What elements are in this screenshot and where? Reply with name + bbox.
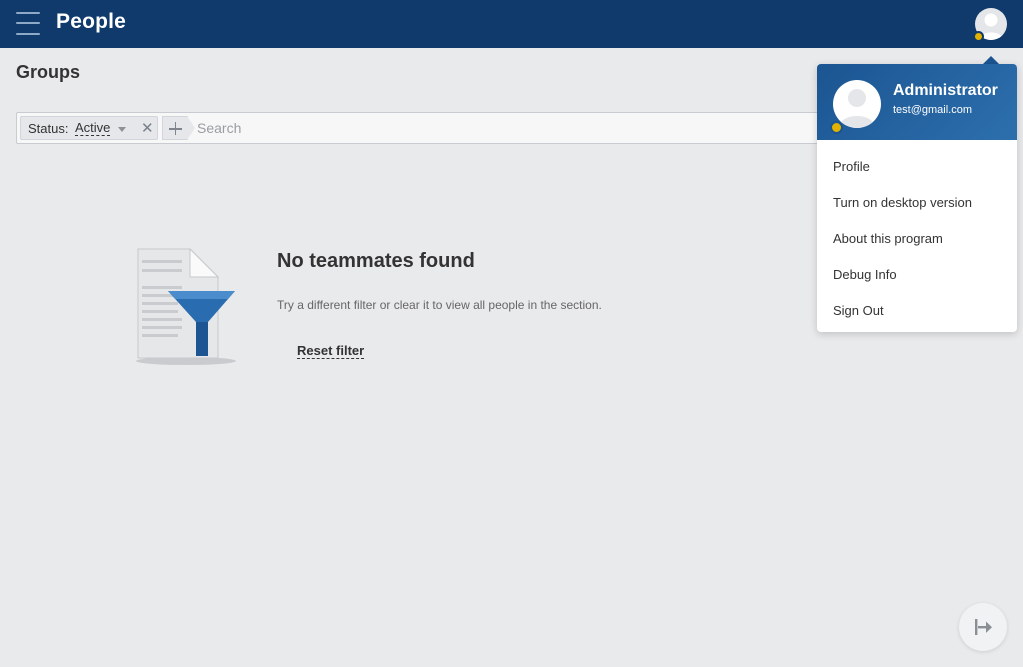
- add-filter-button[interactable]: [162, 116, 195, 140]
- chevron-down-icon[interactable]: [118, 127, 126, 132]
- empty-state-description: Try a different filter or clear it to vi…: [277, 298, 602, 312]
- filter-chip-status[interactable]: Status: Active ✕: [20, 116, 158, 140]
- collapse-button[interactable]: [959, 603, 1007, 651]
- reset-filter-link[interactable]: Reset filter: [297, 343, 365, 359]
- empty-state-title: No teammates found: [277, 250, 475, 272]
- filter-chip-label: Status:: [28, 121, 69, 136]
- avatar: [833, 80, 881, 128]
- menu-item-profile[interactable]: Profile: [833, 159, 870, 174]
- close-icon[interactable]: ✕: [141, 119, 154, 137]
- menu-item-about[interactable]: About this program: [833, 231, 943, 246]
- menu-item-desktop-version[interactable]: Turn on desktop version: [833, 195, 972, 210]
- menu-item-debug-info[interactable]: Debug Info: [833, 267, 897, 282]
- profile-menu: Administrator test@gmail.com Profile Tur…: [817, 64, 1017, 332]
- filter-chip-value[interactable]: Active: [75, 121, 111, 136]
- hamburger-icon[interactable]: [16, 12, 40, 36]
- app-title: People: [56, 10, 127, 33]
- profile-menu-header: Administrator test@gmail.com: [817, 64, 1017, 140]
- collapse-arrow-icon: [975, 619, 992, 635]
- status-badge: [830, 121, 843, 134]
- profile-name: Administrator: [893, 82, 998, 99]
- menu-item-sign-out[interactable]: Sign Out: [833, 303, 884, 318]
- document-filter-icon: [128, 244, 244, 368]
- filter-bar: Status: Active ✕: [16, 112, 886, 144]
- status-badge: [973, 31, 984, 42]
- dropdown-pointer: [983, 56, 999, 64]
- top-bar: People: [0, 0, 1023, 48]
- search-input[interactable]: [197, 116, 797, 140]
- profile-email: test@gmail.com: [893, 104, 973, 116]
- page-title: Groups: [16, 62, 81, 82]
